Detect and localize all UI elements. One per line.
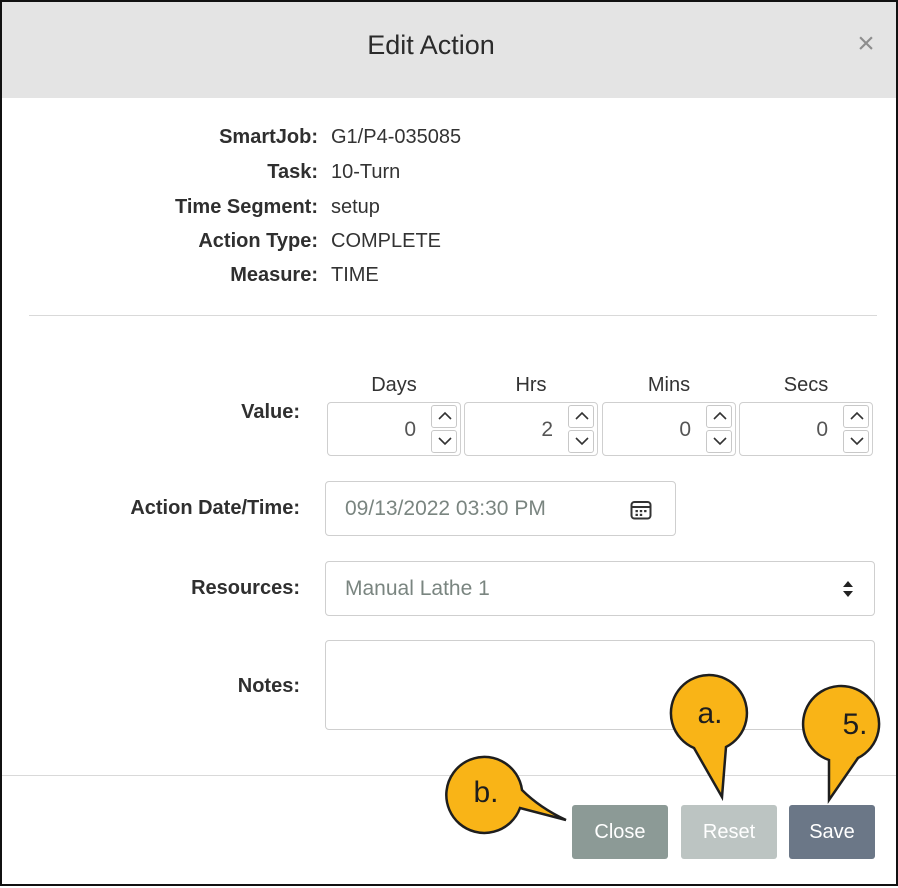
stepper-buttons (431, 405, 457, 453)
info-value: COMPLETE (331, 230, 442, 252)
info-row-smartjob: SmartJob: G1/P4-035085 (2, 126, 896, 152)
callout-5-label: 5. (842, 708, 868, 741)
secs-header: Secs (783, 374, 829, 396)
mins-value[interactable]: 0 (679, 418, 691, 442)
chevron-down-icon[interactable] (706, 430, 732, 453)
sort-arrows-icon (842, 580, 854, 603)
callout-b-label: b. (473, 776, 499, 809)
reset-button[interactable]: Reset (681, 805, 777, 859)
dialog-header: Edit Action × (2, 2, 896, 98)
resources-select[interactable]: Manual Lathe 1 (325, 561, 875, 616)
days-header: Days (371, 374, 417, 396)
chevron-down-icon[interactable] (568, 430, 594, 453)
info-value: TIME (331, 264, 379, 286)
days-value[interactable]: 0 (404, 418, 416, 442)
info-label: Action Type: (198, 230, 318, 252)
stepper-buttons (843, 405, 869, 453)
dialog-title: Edit Action (367, 30, 495, 60)
secs-value[interactable]: 0 (816, 418, 828, 442)
stepper-buttons (706, 405, 732, 453)
info-row-action-type: Action Type: COMPLETE (2, 230, 896, 256)
info-label: Task: (267, 161, 318, 183)
days-stepper[interactable]: 0 (327, 402, 461, 456)
chevron-down-icon[interactable] (431, 430, 457, 453)
close-button[interactable]: Close (572, 805, 668, 859)
hrs-stepper[interactable]: 2 (464, 402, 598, 456)
info-label: Time Segment: (175, 196, 318, 218)
mins-header: Mins (647, 374, 691, 396)
hrs-value[interactable]: 2 (541, 418, 553, 442)
save-button[interactable]: Save (789, 805, 875, 859)
info-value: setup (331, 196, 380, 218)
value-label: Value: (241, 401, 300, 423)
chevron-up-icon[interactable] (431, 405, 457, 428)
info-value: G1/P4-035085 (331, 126, 462, 148)
callout-a-label: a. (697, 697, 723, 730)
notes-label: Notes: (237, 675, 300, 697)
chevron-up-icon[interactable] (706, 405, 732, 428)
chevron-down-icon[interactable] (843, 430, 869, 453)
resources-value[interactable]: Manual Lathe 1 (345, 577, 490, 601)
stepper-buttons (568, 405, 594, 453)
info-label: Measure: (230, 264, 318, 286)
action-datetime-label: Action Date/Time: (130, 497, 300, 519)
info-row-task: Task: 10-Turn (2, 161, 896, 187)
info-row-measure: Measure: TIME (2, 264, 896, 290)
resources-label: Resources: (191, 577, 300, 599)
secs-stepper[interactable]: 0 (739, 402, 873, 456)
info-row-time-segment: Time Segment: setup (2, 196, 896, 222)
hrs-header: Hrs (515, 374, 547, 396)
action-datetime-input[interactable]: 09/13/2022 03:30 PM (325, 481, 676, 536)
notes-textarea[interactable] (325, 640, 875, 730)
mins-stepper[interactable]: 0 (602, 402, 736, 456)
info-label: SmartJob: (219, 126, 318, 148)
info-value: 10-Turn (331, 161, 401, 183)
edit-action-dialog: Edit Action × SmartJob: G1/P4-035085 Tas… (0, 0, 898, 886)
chevron-up-icon[interactable] (568, 405, 594, 428)
close-icon[interactable]: × (852, 28, 880, 60)
action-datetime-value[interactable]: 09/13/2022 03:30 PM (345, 497, 546, 521)
section-divider (29, 315, 877, 316)
calendar-icon[interactable] (630, 500, 652, 525)
chevron-up-icon[interactable] (843, 405, 869, 428)
